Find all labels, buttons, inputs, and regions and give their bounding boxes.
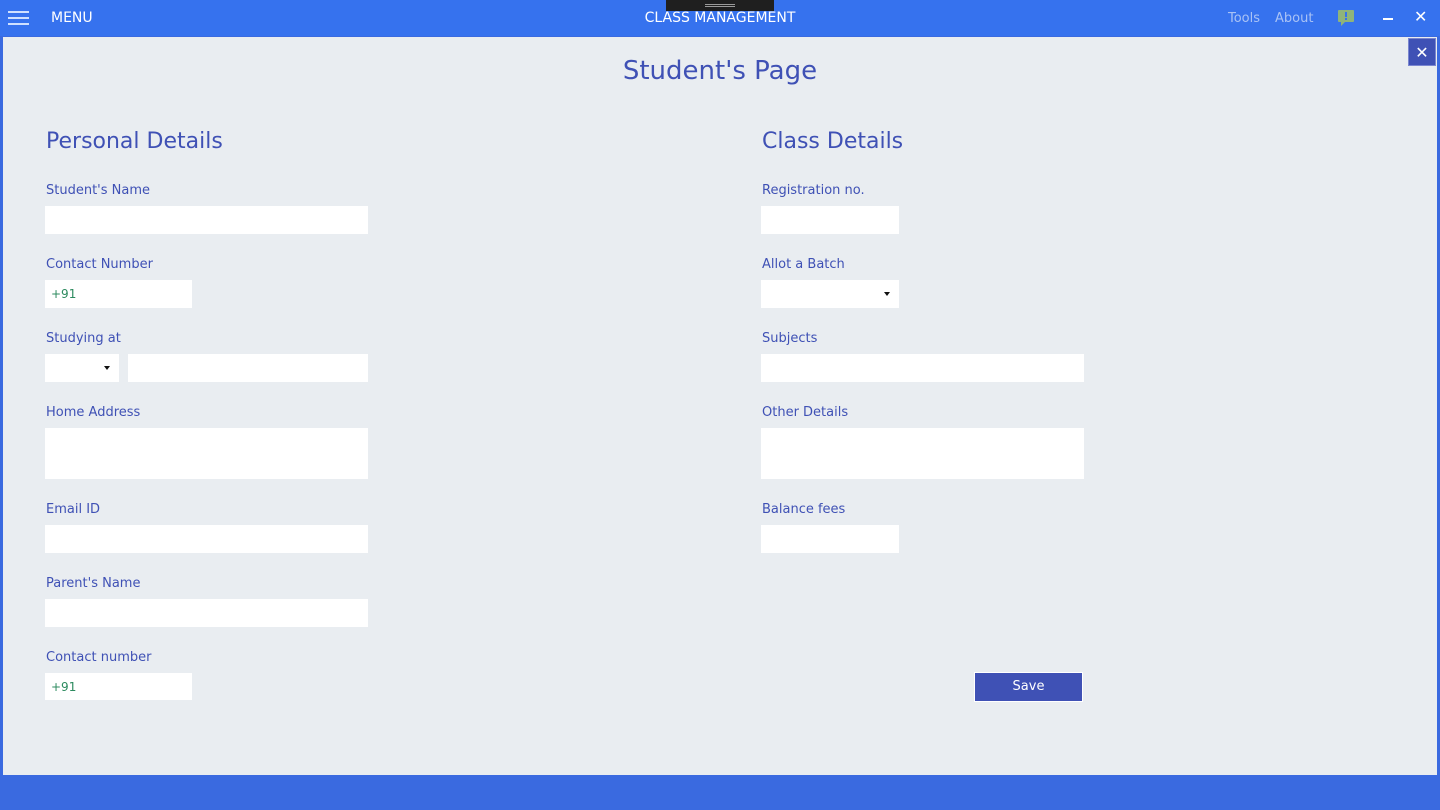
balance-fees-input[interactable] bbox=[761, 525, 899, 553]
close-icon[interactable]: ✕ bbox=[1414, 8, 1427, 26]
contact-number-input[interactable] bbox=[45, 280, 192, 308]
balance-fees-label: Balance fees bbox=[762, 502, 846, 517]
registration-input[interactable] bbox=[761, 206, 899, 234]
email-label: Email ID bbox=[46, 502, 101, 517]
about-link[interactable]: About bbox=[1275, 11, 1313, 26]
parent-name-input[interactable] bbox=[45, 599, 368, 627]
email-field[interactable] bbox=[45, 525, 368, 553]
personal-details-heading: Personal Details bbox=[46, 129, 223, 154]
contact-number-label: Contact Number bbox=[46, 257, 153, 272]
home-address-label: Home Address bbox=[46, 405, 141, 420]
parent-contact-label: Contact number bbox=[46, 650, 152, 665]
student-name-input[interactable] bbox=[45, 206, 368, 234]
minimize-icon[interactable] bbox=[1383, 18, 1393, 20]
other-details-label: Other Details bbox=[762, 405, 849, 420]
institution-type-select[interactable] bbox=[45, 354, 119, 382]
subjects-input[interactable] bbox=[761, 354, 1084, 382]
subjects-label: Subjects bbox=[762, 331, 818, 346]
registration-label: Registration no. bbox=[762, 183, 865, 198]
studying-at-label: Studying at bbox=[46, 331, 121, 346]
feedback-icon[interactable] bbox=[1338, 10, 1354, 26]
batch-label: Allot a Batch bbox=[762, 257, 845, 272]
tools-link[interactable]: Tools bbox=[1228, 11, 1260, 26]
other-details-textarea[interactable] bbox=[761, 428, 1084, 479]
parent-contact-input[interactable] bbox=[45, 673, 192, 700]
home-address-textarea[interactable] bbox=[45, 428, 368, 479]
batch-select[interactable] bbox=[761, 280, 899, 308]
save-button[interactable]: Save bbox=[974, 672, 1083, 702]
app-title: CLASS MANAGEMENT bbox=[644, 10, 796, 26]
page-title: Student's Page bbox=[622, 56, 818, 86]
parent-name-label: Parent's Name bbox=[46, 576, 141, 591]
title-bar: MENU CLASS MANAGEMENT Tools About ✕ bbox=[0, 0, 1440, 36]
class-details-heading: Class Details bbox=[762, 129, 904, 154]
institution-name-input[interactable] bbox=[128, 354, 368, 382]
student-name-label: Student's Name bbox=[46, 183, 151, 198]
status-bar bbox=[0, 778, 1440, 810]
